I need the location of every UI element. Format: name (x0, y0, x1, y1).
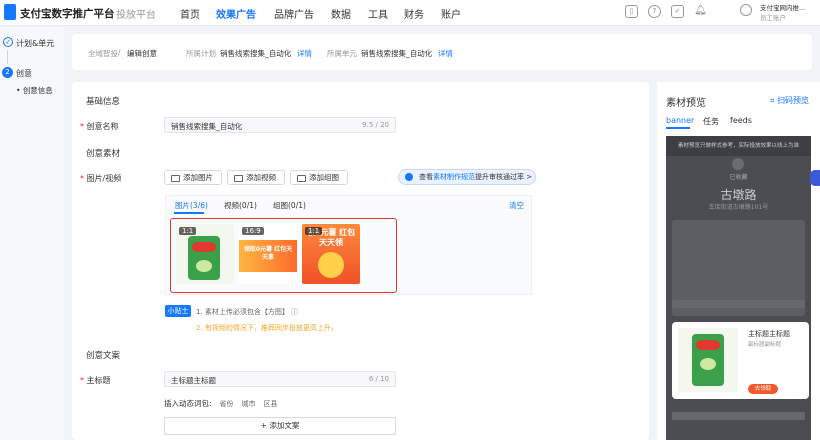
word-city[interactable]: 城市 (242, 400, 256, 408)
unit-label: 所属单元 (327, 49, 357, 58)
nav-finance[interactable]: 财务 (404, 6, 424, 21)
main-title-label: * 主标题 (80, 376, 111, 385)
rocket-icon (405, 173, 413, 181)
assistant-robot-icon[interactable] (810, 170, 820, 186)
section-material: 创意素材 (86, 149, 121, 159)
nav-performance-ads[interactable]: 效果广告 (216, 6, 256, 21)
breadcrumb-current: 编辑创意 (127, 49, 157, 58)
tab-images[interactable]: 图片(3/6) (175, 200, 208, 211)
add-image-button[interactable]: 添加图片 (164, 170, 222, 185)
breadcrumb-item[interactable]: 全域智投 (88, 48, 118, 59)
media-label: * 图片/视频 (80, 174, 122, 183)
nav-home[interactable]: 首页 (180, 6, 200, 21)
preview-notice: 素材预览只做样式参考，实际投放效果以线上为准 (666, 136, 811, 156)
nav-brand-ads[interactable]: 品牌广告 (274, 6, 314, 21)
account-name[interactable]: 支付宝网内推... (760, 2, 805, 12)
creative-name-label: * 创意名称 (80, 122, 119, 131)
plan-value: 销售线索搜集_自动化 (220, 49, 292, 58)
nav-data[interactable]: 数据 (331, 6, 351, 21)
substep-creative-info[interactable]: • 创意信息 (16, 85, 53, 96)
creative-name-count: 9.5 / 20 (362, 121, 389, 129)
word-district[interactable]: 区县 (264, 400, 278, 408)
dynamic-words-row: 插入动态词包: 省份 城市 区县 (164, 399, 278, 408)
store-name: 古墩路 (720, 188, 757, 202)
banner-title: 主标题主标题 (748, 330, 790, 338)
word-province[interactable]: 省份 (220, 400, 234, 408)
qr-icon: ⌗ (770, 96, 778, 105)
tab-underline (174, 212, 204, 214)
tip-tag: 小贴士 (165, 305, 191, 317)
nav-account[interactable]: 账户 (441, 6, 461, 21)
avatar[interactable] (740, 4, 752, 16)
image-icon (171, 174, 180, 182)
banner-subtitle: 副标题副标题 (748, 342, 782, 348)
material-guide-banner[interactable]: 查看素材制作规范提升审核通过率 > (398, 169, 536, 185)
scan-preview-link[interactable]: ⌗ 扫码预览 (770, 95, 809, 106)
banner-image (678, 328, 738, 392)
store-address: 车库街道古墩路101号 (708, 204, 769, 211)
preview-title: 素材预览 (666, 98, 706, 109)
creative-name-input[interactable]: 销售线索搜集_自动化 9.5 / 20 (164, 117, 396, 133)
task-icon[interactable]: ✓ (671, 5, 684, 18)
main-title-value: 主标题主标题 (171, 376, 216, 385)
step-plan-unit[interactable]: 计划&单元 (16, 38, 54, 49)
tip-line-2: 2. 有视频的情况下，推荐同步投放更高上升。 (196, 324, 338, 332)
check-icon: ✓ (3, 37, 13, 47)
store-logo-icon (732, 158, 744, 170)
gallery-icon (297, 174, 306, 182)
main-title-count: 6 / 10 (368, 375, 389, 383)
add-copy-button[interactable]: + 添加文案 (164, 417, 396, 435)
preview-tab-underline (666, 127, 690, 129)
material-guide-link[interactable]: 素材制作规范 (433, 173, 475, 181)
creative-name-value: 销售线索搜集_自动化 (171, 122, 243, 131)
banner-preview: 主标题主标题 副标题副标题 去领取 (672, 322, 809, 399)
phone-icon[interactable]: ▯ (625, 5, 638, 18)
plan-detail-link[interactable]: 详情 (297, 48, 312, 59)
unit-value: 销售线索搜集_自动化 (361, 49, 433, 58)
step-connector (7, 50, 8, 64)
preview-tab-task[interactable]: 任务 (703, 116, 719, 127)
preview-tab-feeds[interactable]: feeds (730, 116, 752, 125)
add-video-button[interactable]: 添加视频 (227, 170, 285, 185)
section-basic-info: 基础信息 (86, 97, 121, 107)
selection-highlight (170, 218, 397, 293)
main-title-input[interactable]: 主标题主标题 6 / 10 (164, 371, 396, 387)
account-role: 员工账户 (760, 14, 786, 22)
top-bar: 支付宝数字推广平台 投放平台 首页 效果广告 品牌广告 数据 工具 财务 账户 … (0, 0, 820, 26)
placeholder-bar (672, 412, 805, 420)
section-copy: 创意文案 (86, 351, 121, 361)
tab-videos[interactable]: 视频(0/1) (224, 200, 257, 211)
video-icon (234, 174, 243, 182)
tip-line-1: 1. 素材上传必须包含【方图】 ⓘ (196, 308, 299, 316)
nav-tools[interactable]: 工具 (368, 6, 388, 21)
store-tag: 已收藏 (729, 174, 748, 181)
plan-label: 所属计划 (186, 49, 216, 58)
preview-tab-banner[interactable]: banner (666, 116, 694, 125)
banner-cta-button: 去领取 (748, 384, 778, 394)
add-group-button[interactable]: 添加组图 (290, 170, 348, 185)
help-icon[interactable]: ? (648, 5, 661, 18)
platform-label[interactable]: 投放平台 (116, 6, 156, 21)
clear-button[interactable]: 清空 (509, 200, 524, 211)
logo-icon (4, 4, 16, 20)
unit-detail-link[interactable]: 详情 (438, 48, 453, 59)
substep-label: 创意信息 (22, 86, 53, 95)
step-creative[interactable]: 创意 (16, 68, 32, 79)
tab-groups[interactable]: 组图(0/1) (273, 200, 306, 211)
bell-icon[interactable]: 🔔︎ (694, 5, 707, 18)
placeholder-bar (672, 300, 805, 308)
step-number-2: 2 (2, 67, 13, 78)
breadcrumb-separator: / (118, 48, 121, 57)
brand-title: 支付宝数字推广平台 (20, 8, 115, 20)
